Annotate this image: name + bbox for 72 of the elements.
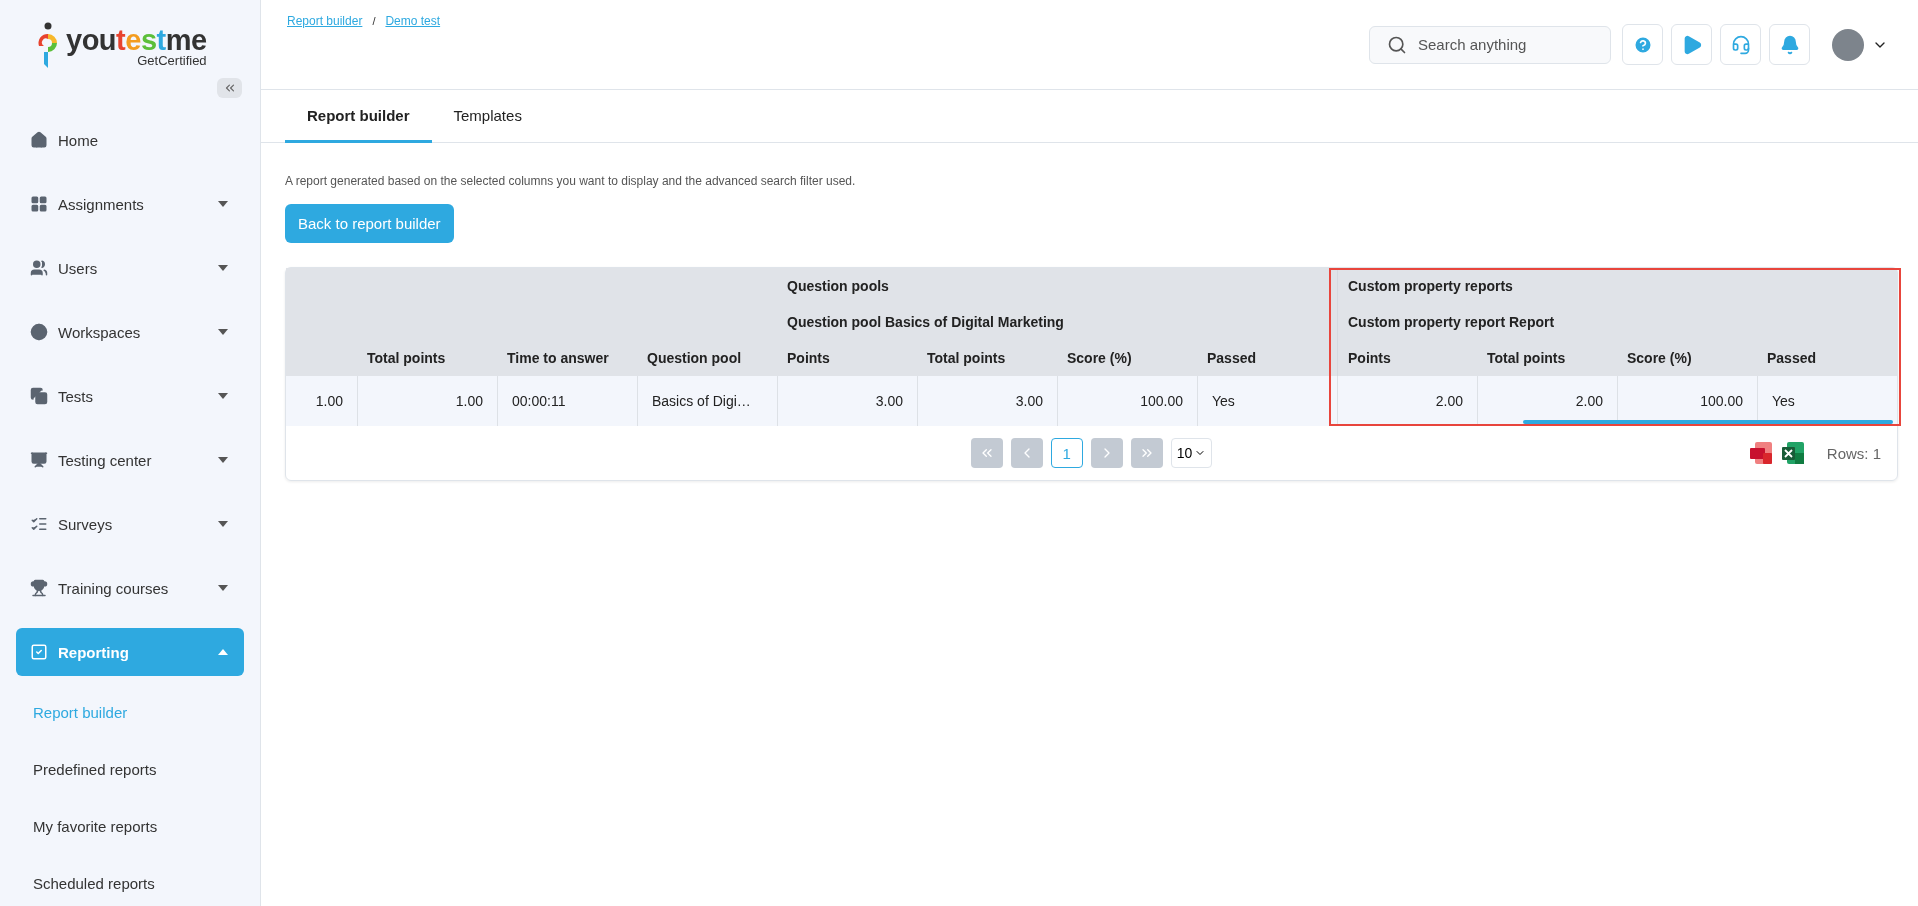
- nav-icon: [30, 387, 48, 405]
- last-page-button[interactable]: [1130, 438, 1163, 468]
- nav-icon: [30, 515, 48, 533]
- sidebar-subitem[interactable]: Predefined reports: [16, 741, 244, 798]
- nav-icon: [30, 131, 48, 149]
- headset-button[interactable]: [1720, 24, 1761, 65]
- logo-wordmark: youtestme: [66, 24, 207, 55]
- help-button[interactable]: [1622, 24, 1663, 65]
- search-icon: [1387, 34, 1407, 55]
- sidebar-subitem[interactable]: Scheduled reports: [16, 855, 244, 906]
- tab[interactable]: Report builder: [285, 90, 432, 143]
- help-icon: [1632, 34, 1653, 55]
- column-header[interactable]: Question pool: [637, 340, 777, 376]
- sidebar-subitem[interactable]: My favorite reports: [16, 798, 244, 855]
- headset-icon: [1730, 34, 1751, 55]
- sidebar-item[interactable]: Workspaces: [16, 308, 244, 356]
- column-header[interactable]: Total points: [357, 340, 497, 376]
- rows-count: Rows: 1: [1826, 444, 1881, 462]
- nav-icon: [30, 195, 48, 213]
- table-cell: 100.00: [1057, 376, 1197, 426]
- column-header[interactable]: Total points: [917, 340, 1057, 376]
- notifications-button[interactable]: [1769, 24, 1810, 65]
- pdf-file-icon[interactable]: [1748, 441, 1773, 465]
- table-cell: Basics of Digi…: [637, 376, 777, 426]
- table-cell: Yes: [1197, 376, 1337, 426]
- description-text: A report generated based on the selected columns you want to display and the advanced search filter used.: [285, 174, 856, 188]
- table-cell: 1.00: [357, 376, 497, 426]
- column-header[interactable]: Points: [1337, 340, 1477, 376]
- sidebar-item[interactable]: Testing center: [16, 436, 244, 484]
- sidebar-item[interactable]: Home: [16, 116, 244, 164]
- subgroup-header: Question pool Basics of Digital Marketing: [777, 304, 1337, 340]
- table-cell: 2.00: [1337, 376, 1477, 426]
- sidebar-item[interactable]: Surveys: [16, 500, 244, 548]
- column-header[interactable]: Passed: [1757, 340, 1897, 376]
- collapse-sidebar-button[interactable]: [217, 78, 242, 98]
- column-header[interactable]: Score (%): [1617, 340, 1757, 376]
- previous-page-button[interactable]: [1010, 438, 1043, 468]
- column-header[interactable]: Time to answer: [497, 340, 637, 376]
- tab[interactable]: Templates: [431, 90, 544, 143]
- sidebar-item[interactable]: Training courses: [16, 564, 244, 612]
- group-header: Custom property reports: [1337, 268, 1897, 304]
- column-header[interactable]: Passed: [1197, 340, 1337, 376]
- logo-icon: [36, 22, 60, 70]
- group-header: Question pools: [777, 268, 1337, 304]
- logo-tagline: GetCertified: [137, 52, 207, 68]
- column-header[interactable]: Total points: [1477, 340, 1617, 376]
- nav-icon: [30, 643, 48, 661]
- sidebar-item[interactable]: Users: [16, 244, 244, 292]
- search-field[interactable]: Search anything: [1369, 25, 1611, 64]
- bell-icon: [1779, 34, 1800, 55]
- scrollbar-thumb[interactable]: [1523, 420, 1893, 424]
- nav-icon: [30, 323, 48, 341]
- play-button[interactable]: [1671, 24, 1712, 65]
- nav-icon: [30, 259, 48, 277]
- nav-icon: [30, 451, 48, 469]
- page-size-select[interactable]: 10: [1170, 438, 1213, 468]
- sidebar-item[interactable]: Assignments: [16, 180, 244, 228]
- excel-file-icon[interactable]: [1780, 441, 1805, 465]
- column-header[interactable]: Score (%): [1057, 340, 1197, 376]
- breadcrumb-separator: /: [372, 15, 376, 27]
- table-cell: 3.00: [917, 376, 1057, 426]
- sidebar-item[interactable]: Tests: [16, 372, 244, 420]
- nav-icon: [30, 579, 48, 597]
- table-cell: 3.00: [777, 376, 917, 426]
- column-header[interactable]: Points: [777, 340, 917, 376]
- subgroup-header: Custom property report Report: [1337, 304, 1897, 340]
- table-cell: 2.00: [1477, 376, 1617, 426]
- table-cell: 00:00:11: [497, 376, 637, 426]
- table-cell: 1.00: [286, 376, 357, 426]
- next-page-button[interactable]: [1090, 438, 1123, 468]
- avatar[interactable]: [1832, 28, 1864, 61]
- first-page-button[interactable]: [970, 438, 1003, 468]
